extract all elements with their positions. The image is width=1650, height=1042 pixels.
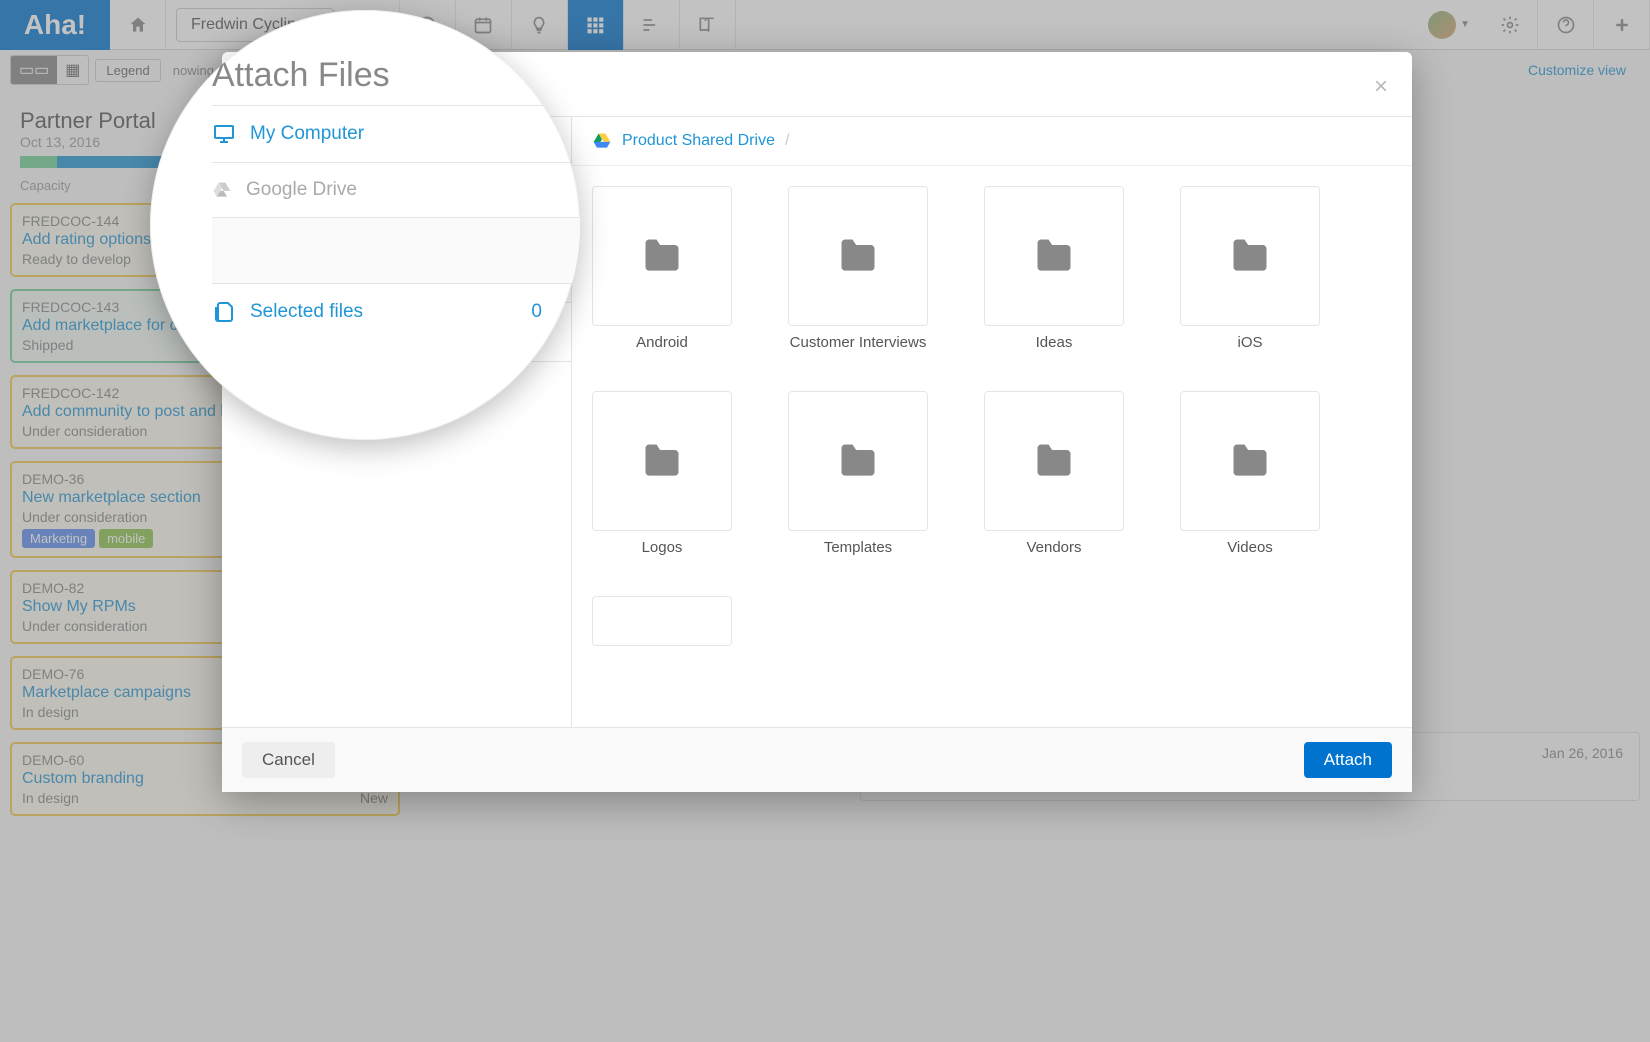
sidebar-gap: [222, 233, 571, 303]
breadcrumb[interactable]: Product Shared Drive /: [572, 117, 1412, 166]
modal-sidebar: My Computer Google Drive Selected files …: [222, 117, 572, 727]
selected-count: 0: [542, 322, 551, 342]
source-my-computer[interactable]: My Computer: [222, 117, 571, 176]
attach-files-modal: Attach Files × My Computer Google Drive …: [222, 52, 1412, 792]
folder-item[interactable]: Templates: [788, 391, 928, 556]
close-icon[interactable]: ×: [1374, 73, 1388, 101]
modal-title: Attach Files: [246, 70, 403, 104]
folder-item[interactable]: iOS: [1180, 186, 1320, 351]
selected-files[interactable]: Selected files 0: [222, 303, 571, 362]
source-google-drive[interactable]: Google Drive: [222, 176, 571, 233]
attach-button[interactable]: Attach: [1304, 742, 1392, 778]
cancel-button[interactable]: Cancel: [242, 742, 335, 778]
folder-item[interactable]: Customer Interviews: [788, 186, 928, 351]
folder-item[interactable]: Logos: [592, 391, 732, 556]
folder-item[interactable]: Vendors: [984, 391, 1124, 556]
modal-main: Product Shared Drive / Android Customer I…: [572, 117, 1412, 727]
folder-grid: Android Customer Interviews Ideas iOS Logos T…: [572, 166, 1412, 674]
folder-item[interactable]: Videos: [1180, 391, 1320, 556]
folder-item[interactable]: Android: [592, 186, 732, 351]
folder-item[interactable]: Ideas: [984, 186, 1124, 351]
folder-item[interactable]: [592, 596, 732, 654]
